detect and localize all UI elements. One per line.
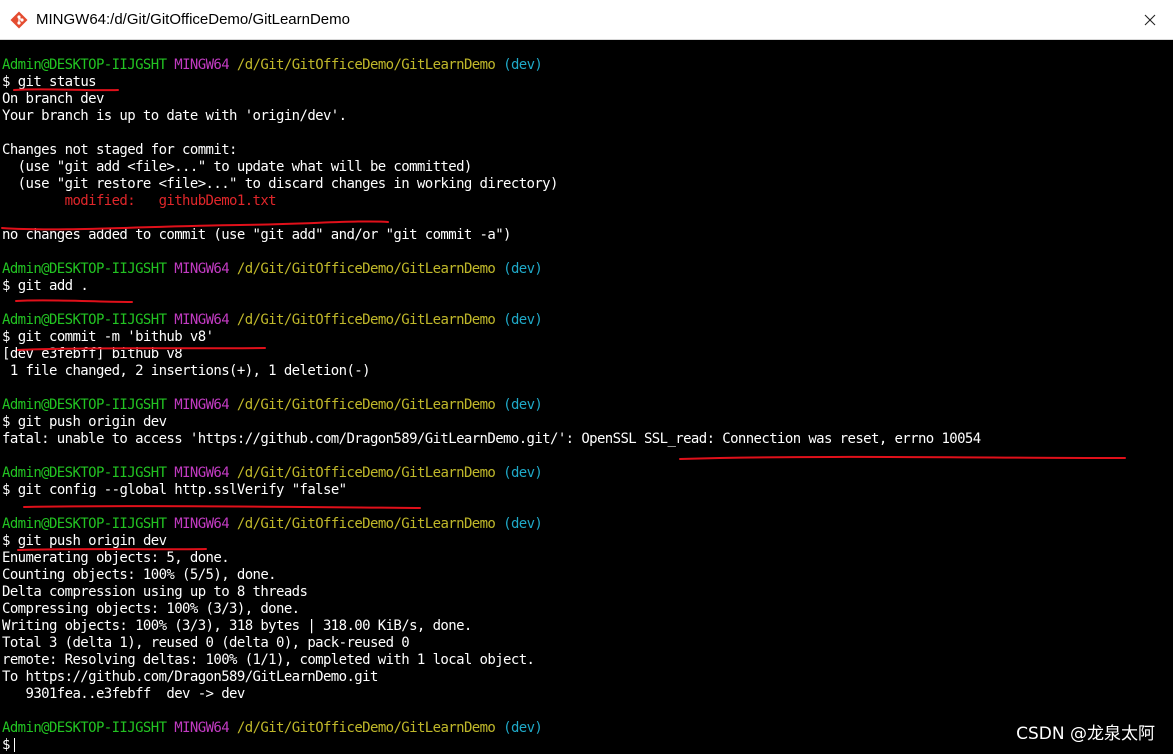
close-icon — [1144, 14, 1156, 26]
output-line: Enumerating objects: 5, done. — [2, 550, 230, 566]
prompt-line: Admin@DESKTOP-IIJGSHT MINGW64 /d/Git/Git… — [2, 516, 543, 532]
command-line: $ git push origin dev — [2, 414, 167, 430]
output-line: On branch dev — [2, 91, 104, 107]
command-text: git status — [17, 74, 97, 90]
close-button[interactable] — [1127, 0, 1173, 40]
output-line: To https://github.com/Dragon589/GitLearn… — [2, 669, 378, 685]
git-diamond-icon — [10, 11, 28, 29]
window-controls — [1113, 0, 1173, 40]
output-line: Counting objects: 100% (5/5), done. — [2, 567, 277, 583]
output-line: Changes not staged for commit: — [2, 142, 237, 158]
prompt-line: Admin@DESKTOP-IIJGSHT MINGW64 /d/Git/Git… — [2, 312, 543, 328]
prompt-line: Admin@DESKTOP-IIJGSHT MINGW64 /d/Git/Git… — [2, 57, 543, 73]
window-title: MINGW64:/d/Git/GitOfficeDemo/GitLearnDem… — [36, 11, 350, 28]
output-line: Your branch is up to date with 'origin/d… — [2, 108, 347, 124]
output-line: Total 3 (delta 1), reused 0 (delta 0), p… — [2, 635, 410, 651]
command-line: $ git status — [2, 74, 97, 90]
command-text: git push origin dev — [17, 533, 167, 549]
output-line: 1 file changed, 2 insertions(+), 1 delet… — [2, 363, 371, 379]
output-line: no changes added to commit (use "git add… — [2, 227, 511, 243]
prompt-line: Admin@DESKTOP-IIJGSHT MINGW64 /d/Git/Git… — [2, 465, 543, 481]
terminal-output[interactable]: Admin@DESKTOP-IIJGSHT MINGW64 /d/Git/Git… — [0, 40, 1173, 754]
prompt-line: Admin@DESKTOP-IIJGSHT MINGW64 /d/Git/Git… — [2, 720, 543, 736]
error-line: fatal: unable to access 'https://github.… — [2, 431, 981, 447]
output-line: [dev e3febff] bithub v8 — [2, 346, 183, 362]
output-line: (use "git restore <file>..." to discard … — [2, 176, 559, 192]
prompt-line: Admin@DESKTOP-IIJGSHT MINGW64 /d/Git/Git… — [2, 397, 543, 413]
output-line: remote: Resolving deltas: 100% (1/1), co… — [2, 652, 535, 668]
command-line: $ git commit -m 'bithub v8' — [2, 329, 214, 345]
command-line: $ git config --global http.sslVerify "fa… — [2, 482, 347, 498]
command-text: git push origin dev — [17, 414, 167, 430]
watermark-text: CSDN @龙泉太阿 — [1016, 724, 1155, 744]
command-line: $ git add . — [2, 278, 89, 294]
output-line: Delta compression using up to 8 threads — [2, 584, 308, 600]
output-line: (use "git add <file>..." to update what … — [2, 159, 473, 175]
input-line[interactable]: $ — [0, 737, 1173, 754]
output-line: 9301fea..e3febff dev -> dev — [2, 686, 245, 702]
command-text: git config --global http.sslVerify "fals… — [17, 482, 347, 498]
output-line: Writing objects: 100% (3/3), 318 bytes |… — [2, 618, 472, 634]
text-cursor — [13, 738, 15, 752]
command-line: $ git push origin dev — [2, 533, 167, 549]
modified-file-line: modified: githubDemo1.txt — [2, 193, 277, 209]
window-titlebar[interactable]: MINGW64:/d/Git/GitOfficeDemo/GitLearnDem… — [0, 0, 1173, 40]
prompt-line: Admin@DESKTOP-IIJGSHT MINGW64 /d/Git/Git… — [2, 261, 543, 277]
output-line: Compressing objects: 100% (3/3), done. — [2, 601, 300, 617]
command-text: git add . — [17, 278, 89, 294]
command-text: git commit -m 'bithub v8' — [17, 329, 214, 345]
